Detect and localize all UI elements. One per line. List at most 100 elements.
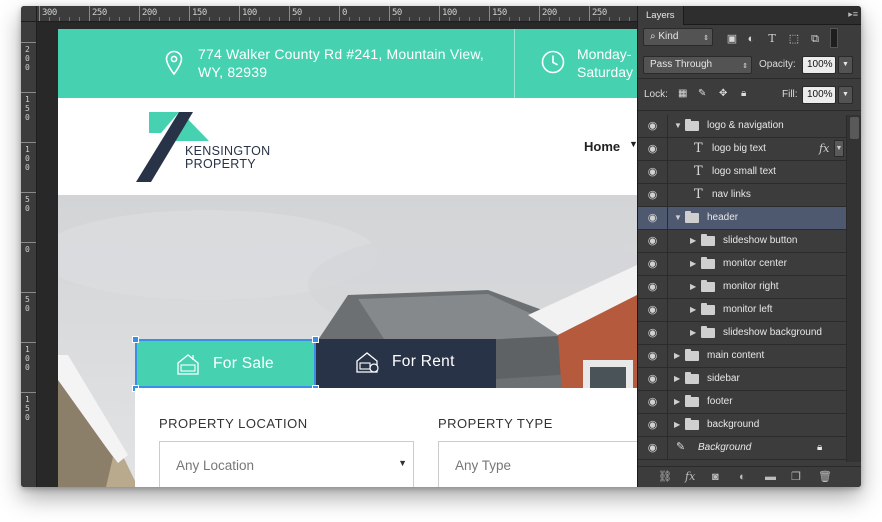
- add-mask-icon[interactable]: ◙: [712, 471, 719, 483]
- location-select-value: Any Location: [176, 458, 255, 473]
- transform-handle[interactable]: [312, 336, 319, 343]
- shape-filter-icon[interactable]: ⬚: [788, 33, 800, 45]
- tab-for-sale[interactable]: For Sale: [135, 339, 316, 388]
- layer-row[interactable]: ◉ ▶ sidebar: [638, 368, 846, 391]
- transform-handle[interactable]: [132, 336, 139, 343]
- fill-dropdown-icon[interactable]: ▼: [838, 86, 853, 104]
- layer-row[interactable]: ◉ ▼ header: [638, 207, 846, 230]
- visibility-eye-icon[interactable]: ◉: [638, 138, 668, 160]
- layer-row[interactable]: ◉ Tnav links: [638, 184, 846, 207]
- filter-toggle[interactable]: [830, 28, 838, 48]
- layers-scrollbar[interactable]: [846, 115, 861, 462]
- folder-icon: [701, 257, 715, 269]
- expand-arrow-icon[interactable]: ▶: [674, 420, 680, 429]
- tab-layers[interactable]: Layers: [638, 6, 684, 25]
- layer-row[interactable]: ◉ ▶ footer: [638, 391, 846, 414]
- new-group-icon[interactable]: ▬: [765, 471, 776, 483]
- text-layer-icon: T: [694, 141, 703, 156]
- visibility-eye-icon[interactable]: ◉: [638, 184, 668, 206]
- layer-row[interactable]: ◉ ▶ slideshow button: [638, 230, 846, 253]
- visibility-eye-icon[interactable]: ◉: [638, 276, 668, 298]
- layer-row[interactable]: ◉ ▶ background: [638, 414, 846, 437]
- visibility-eye-icon[interactable]: ◉: [638, 115, 668, 137]
- layer-row[interactable]: ◉ Tlogo big text fx ▼: [638, 138, 846, 161]
- layer-row[interactable]: ◉ ✎ Background 🔒︎: [638, 437, 846, 460]
- layer-name: footer: [707, 396, 733, 407]
- ruler-minor-tick: [279, 17, 280, 21]
- collapse-arrow-icon[interactable]: ▼: [674, 213, 682, 222]
- contact-bar: 774 Walker County Rd #241, Mountain View…: [58, 29, 637, 98]
- expand-arrow-icon[interactable]: ▶: [674, 374, 680, 383]
- smart-object-filter-icon[interactable]: ⧉: [809, 33, 821, 45]
- expand-arrow-icon[interactable]: ▶: [690, 259, 696, 268]
- expand-arrow-icon[interactable]: ▶: [690, 236, 696, 245]
- new-adjustment-icon[interactable]: ◐: [739, 471, 746, 483]
- visibility-eye-icon[interactable]: ◉: [638, 414, 668, 436]
- layer-style-icon[interactable]: fx: [685, 471, 695, 483]
- folder-icon: [685, 372, 699, 384]
- image-filter-icon[interactable]: ▣: [726, 33, 738, 45]
- ruler-minor-tick: [219, 17, 220, 21]
- fill-input[interactable]: 100%: [802, 86, 836, 104]
- layer-row[interactable]: ◉ ▶ main content: [638, 345, 846, 368]
- type-filter-icon[interactable]: T: [766, 33, 778, 45]
- lock-image-icon[interactable]: ✎: [698, 88, 706, 99]
- ruler-tick: 200: [539, 6, 557, 21]
- visibility-eye-icon[interactable]: ◉: [638, 230, 668, 252]
- location-select[interactable]: Any Location ▼: [159, 441, 414, 487]
- nav-home-link[interactable]: Home: [584, 139, 620, 154]
- visibility-eye-icon[interactable]: ◉: [638, 253, 668, 275]
- expand-arrow-icon[interactable]: ▶: [690, 328, 696, 337]
- scrollbar-thumb[interactable]: [850, 117, 859, 139]
- layer-row[interactable]: ◉ ▶ slideshow background: [638, 322, 846, 345]
- layer-row[interactable]: ◉ ▼ logo & navigation: [638, 115, 846, 138]
- ruler-minor-tick: [79, 17, 80, 21]
- visibility-eye-icon[interactable]: ◉: [638, 345, 668, 367]
- visibility-eye-icon[interactable]: ◉: [638, 299, 668, 321]
- logo-text[interactable]: KENSINGTON PROPERTY: [185, 145, 270, 171]
- layer-row[interactable]: ◉ ▶ monitor right: [638, 276, 846, 299]
- expand-arrow-icon[interactable]: ▶: [690, 282, 696, 291]
- lock-all-icon[interactable]: 🔒︎: [741, 88, 746, 99]
- link-layers-icon[interactable]: ⛓: [658, 471, 672, 483]
- visibility-eye-icon[interactable]: ◉: [638, 391, 668, 413]
- collapse-arrow-icon[interactable]: ▼: [674, 121, 682, 130]
- adjustment-filter-icon[interactable]: ◐: [745, 33, 757, 45]
- layer-row[interactable]: ◉ ▶ monitor center: [638, 253, 846, 276]
- tab-for-sale-label: For Sale: [213, 355, 274, 372]
- ruler-tick-label: 100: [25, 145, 30, 172]
- expand-arrow-icon[interactable]: ▶: [674, 351, 680, 360]
- layer-row[interactable]: ◉ Tlogo small text: [638, 161, 846, 184]
- ruler-tick: 0: [339, 6, 347, 21]
- visibility-eye-icon[interactable]: ◉: [638, 322, 668, 344]
- expand-arrow-icon[interactable]: ▶: [690, 305, 696, 314]
- ruler-minor-tick: [479, 17, 480, 21]
- ruler-tick: 150: [21, 92, 36, 122]
- layer-effects-icon[interactable]: fx: [819, 142, 829, 155]
- panel-menu-icon[interactable]: ▸≡: [848, 9, 858, 20]
- visibility-eye-icon[interactable]: ◉: [638, 207, 668, 229]
- filter-kind-select[interactable]: ⌕ Kind ⇕: [643, 28, 713, 46]
- new-layer-icon[interactable]: ❐: [791, 471, 801, 483]
- visibility-eye-icon[interactable]: ◉: [638, 161, 668, 183]
- opacity-input[interactable]: 100%: [802, 56, 836, 74]
- ruler-minor-tick: [609, 17, 610, 21]
- lock-position-icon[interactable]: ✥: [719, 88, 727, 99]
- chevron-down-icon[interactable]: ▼: [629, 139, 637, 149]
- document-canvas[interactable]: 774 Walker County Rd #241, Mountain View…: [58, 29, 637, 487]
- layer-name: logo small text: [712, 166, 776, 177]
- ruler-minor-tick: [229, 17, 230, 21]
- delete-layer-icon[interactable]: 🗑︎: [818, 471, 832, 483]
- visibility-eye-icon[interactable]: ◉: [638, 368, 668, 390]
- opacity-dropdown-icon[interactable]: ▼: [838, 56, 853, 74]
- type-select[interactable]: Any Type: [438, 441, 637, 487]
- lock-transparent-icon[interactable]: ▦: [678, 88, 687, 99]
- ruler-minor-tick: [129, 17, 130, 21]
- blend-mode-select[interactable]: Pass Through ⇕: [643, 56, 752, 74]
- expand-arrow-icon[interactable]: ▶: [674, 397, 680, 406]
- ruler-minor-tick: [249, 17, 250, 21]
- visibility-eye-icon[interactable]: ◉: [638, 437, 668, 459]
- effects-toggle-icon[interactable]: ▼: [834, 140, 844, 157]
- layer-row[interactable]: ◉ ▶ monitor left: [638, 299, 846, 322]
- tab-for-rent[interactable]: For Rent: [316, 339, 496, 388]
